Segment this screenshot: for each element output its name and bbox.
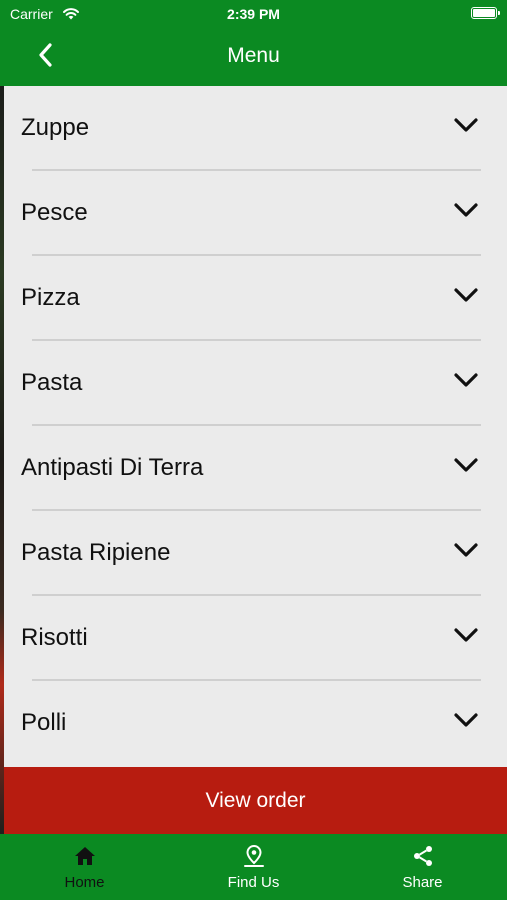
battery-icon: [471, 7, 500, 19]
tab-label: Share: [402, 874, 443, 891]
status-bar: Carrier 2:39 PM: [0, 0, 507, 28]
chevron-down-icon: [454, 288, 478, 302]
chevron-down-icon: [454, 373, 478, 387]
menu-category-list: Zuppe Pesce Pizza Pasta Antipasti Di Ter…: [4, 86, 507, 767]
category-label: Zuppe: [21, 114, 90, 141]
tab-find-us[interactable]: Find Us: [169, 834, 338, 900]
app-header: Carrier 2:39 PM Menu: [0, 0, 507, 86]
chevron-down-icon: [454, 203, 478, 217]
share-icon: [413, 846, 432, 866]
category-label: Pizza: [21, 284, 80, 311]
category-label: Pasta Ripiene: [21, 539, 171, 566]
page-title: Menu: [227, 44, 280, 67]
menu-category-antipasti-di-terra[interactable]: Antipasti Di Terra: [4, 426, 507, 511]
chevron-down-icon: [454, 543, 478, 557]
tab-label: Home: [64, 874, 105, 891]
tab-home[interactable]: Home: [0, 834, 169, 900]
menu-category-pizza[interactable]: Pizza: [4, 256, 507, 341]
view-order-button[interactable]: View order: [4, 767, 507, 834]
menu-category-zuppe[interactable]: Zuppe: [4, 86, 507, 171]
menu-category-pesce[interactable]: Pesce: [4, 171, 507, 256]
chevron-down-icon: [454, 628, 478, 642]
category-label: Risotti: [21, 624, 88, 651]
location-pin-icon: [243, 844, 264, 867]
category-label: Pesce: [21, 199, 88, 226]
chevron-down-icon: [454, 458, 478, 472]
menu-category-pasta[interactable]: Pasta: [4, 341, 507, 426]
chevron-down-icon: [454, 118, 478, 132]
bottom-tab-bar: Home Find Us Share: [0, 834, 507, 900]
status-time: 2:39 PM: [227, 6, 280, 22]
tab-share[interactable]: Share: [338, 834, 507, 900]
home-icon: [74, 847, 95, 865]
category-label: Antipasti Di Terra: [21, 454, 204, 481]
category-label: Polli: [21, 709, 67, 736]
menu-category-polli[interactable]: Polli: [4, 681, 507, 766]
menu-category-pasta-ripiene[interactable]: Pasta Ripiene: [4, 511, 507, 596]
category-label: Pasta: [21, 369, 83, 396]
tab-label: Find Us: [227, 874, 280, 891]
chevron-down-icon: [454, 713, 478, 727]
menu-category-risotti[interactable]: Risotti: [4, 596, 507, 681]
